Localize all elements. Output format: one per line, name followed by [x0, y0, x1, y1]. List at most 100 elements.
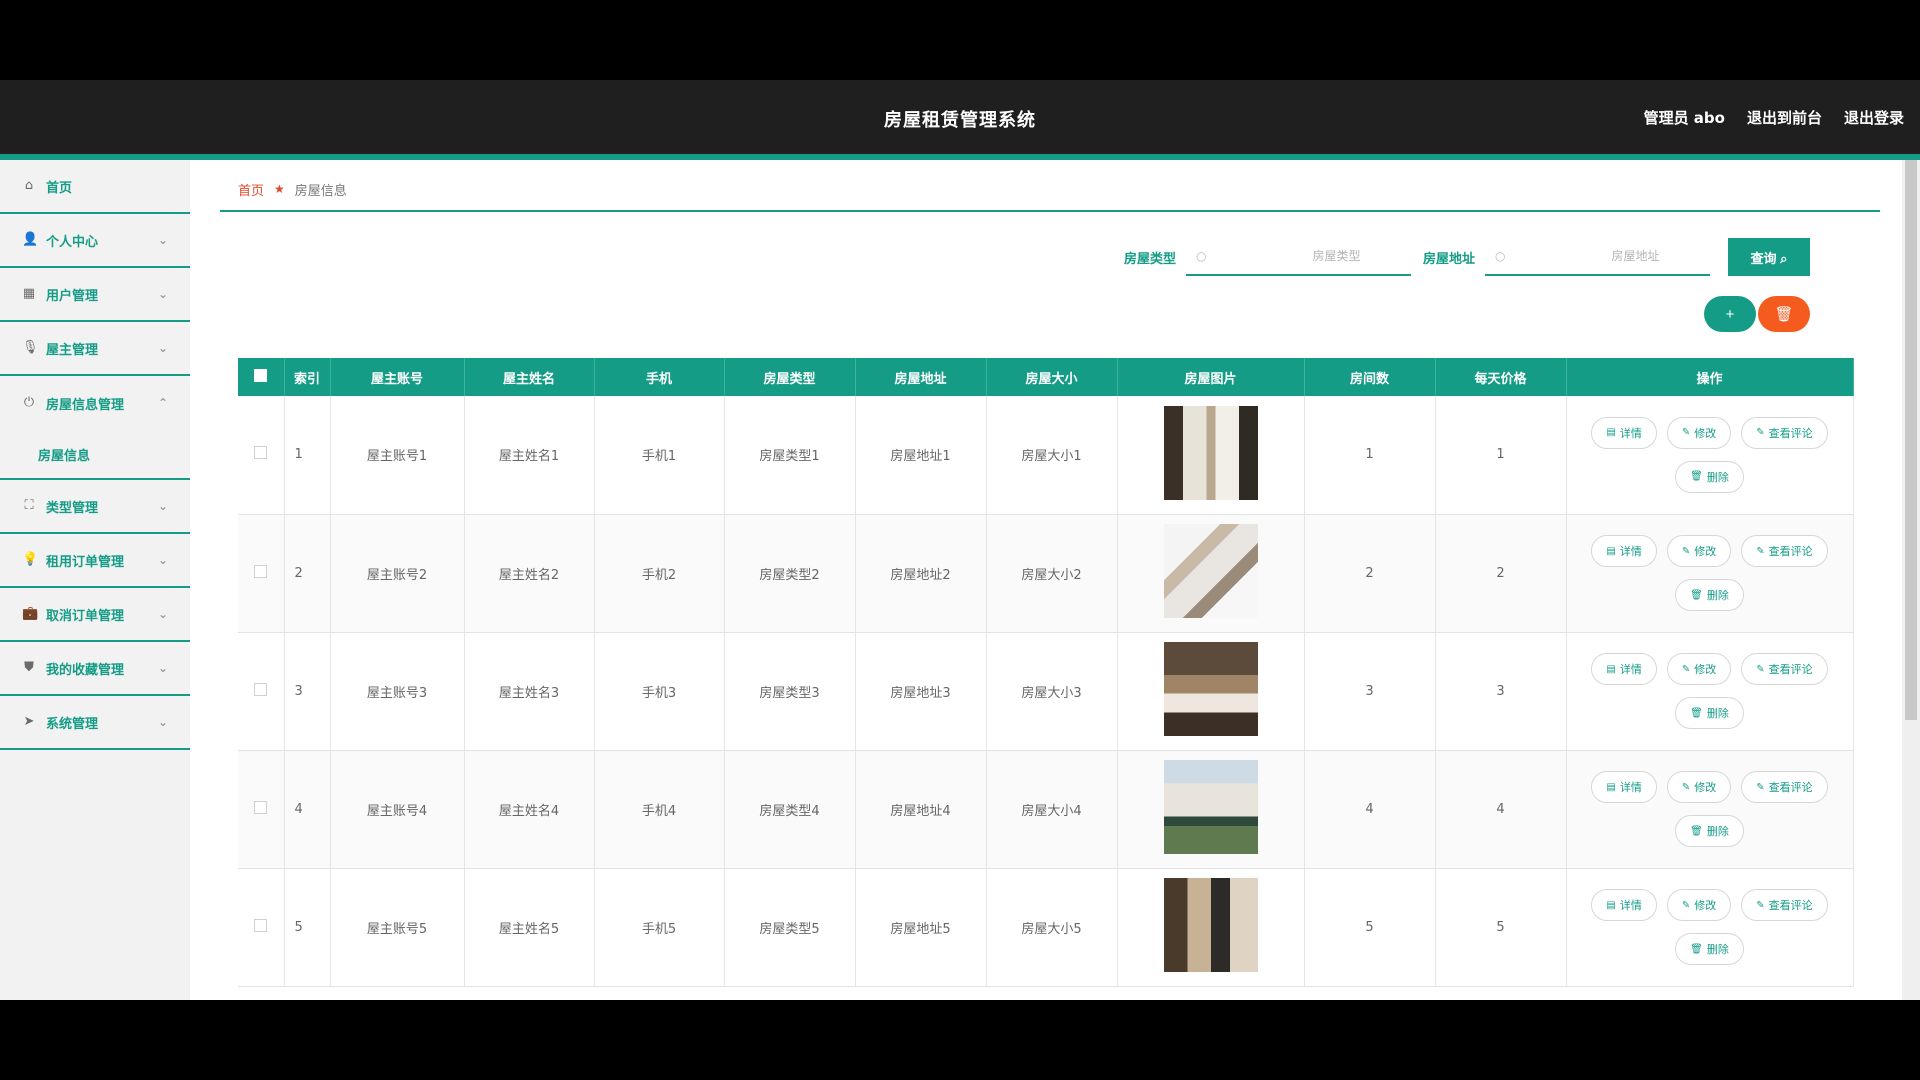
column-header: 房屋类型: [724, 358, 856, 396]
row-checkbox[interactable]: [254, 918, 268, 932]
edit-button[interactable]: ✎ 修改: [1666, 889, 1732, 921]
view-comments-button[interactable]: ✎ 查看评论: [1741, 535, 1828, 567]
detail-button[interactable]: ▤ 详情: [1591, 889, 1657, 921]
select-all-checkbox[interactable]: [254, 368, 268, 382]
sidebar-item-favorites-management[interactable]: ⛊ 我的收藏管理 ⌄: [0, 642, 190, 696]
delete-button[interactable]: 🗑 删除: [1675, 815, 1744, 847]
sidebar-item-cancel-order-management[interactable]: 💼 取消订单管理 ⌄: [0, 588, 190, 642]
cell-owner-account: 屋主账号1: [330, 396, 465, 515]
view-comments-button[interactable]: ✎ 查看评论: [1741, 416, 1828, 449]
breadcrumb-home[interactable]: 首页: [238, 180, 264, 199]
house-photo[interactable]: [1163, 760, 1258, 854]
select-all-header[interactable]: [238, 358, 285, 396]
trash-icon: 🗑: [1690, 471, 1703, 483]
exit-to-front-link[interactable]: 退出到前台: [1747, 107, 1822, 128]
delete-button[interactable]: 🗑 删除: [1675, 697, 1744, 729]
cell-house-size: 房屋大小5: [986, 868, 1118, 987]
sidebar-subitem-label: 房屋信息: [38, 448, 91, 464]
table-row: 4 屋主账号4 屋主姓名4 手机4 房屋类型4 房屋地址4 房屋大小4 4 4: [238, 750, 1854, 869]
row-checkbox[interactable]: [254, 682, 268, 696]
edit-icon: ✎: [1681, 545, 1691, 557]
search-icon: ○: [1495, 249, 1506, 263]
chevron-down-icon: ⌄: [157, 499, 168, 513]
edit-button[interactable]: ✎ 修改: [1666, 416, 1732, 449]
cell-owner-name: 屋主姓名5: [464, 868, 595, 987]
sidebar-item-label: 租用订单管理: [46, 554, 125, 570]
cell-room-count: 1: [1304, 396, 1436, 515]
row-operations: ▤ 详情 ✎ 修改 ✎ 查看评论 🗑 删除: [1567, 771, 1853, 847]
page-scrollbar[interactable]: [1902, 160, 1920, 1000]
sidebar-item-rental-order-management[interactable]: 💡 租用订单管理 ⌄: [0, 534, 190, 588]
sidebar-item-home[interactable]: ⌂ 首页: [0, 160, 190, 214]
edit-button[interactable]: ✎ 修改: [1666, 771, 1732, 803]
row-operations: ▤ 详情 ✎ 修改 ✎ 查看评论 🗑 删除: [1567, 653, 1853, 729]
sidebar-subitem-house-info[interactable]: 房屋信息: [0, 430, 190, 480]
sidebar-item-system-management[interactable]: ➤ 系统管理 ⌄: [0, 696, 190, 750]
sidebar-item-type-management[interactable]: ⛶ 类型管理 ⌄: [0, 480, 190, 534]
row-checkbox[interactable]: [254, 564, 268, 578]
table-row: 2 屋主账号2 屋主姓名2 手机2 房屋类型2 房屋地址2 房屋大小2 2 2: [238, 514, 1854, 633]
sidebar-item-personal-center[interactable]: 👤 个人中心 ⌄: [0, 214, 190, 268]
sidebar-item-label: 用户管理: [46, 288, 99, 304]
sidebar-item-owner-management[interactable]: 🎙 屋主管理 ⌄: [0, 322, 190, 376]
cell-phone: 手机1: [594, 396, 725, 515]
trash-icon: 🗑: [1690, 589, 1703, 601]
house-address-input[interactable]: [1505, 249, 1686, 263]
add-button[interactable]: +: [1704, 296, 1756, 332]
detail-button[interactable]: ▤ 详情: [1591, 771, 1657, 803]
cell-house-type: 房屋类型4: [724, 750, 856, 869]
edit-button[interactable]: ✎ 修改: [1666, 653, 1732, 685]
view-comments-button[interactable]: ✎ 查看评论: [1741, 889, 1828, 921]
admin-user-label[interactable]: 管理员 abo: [1644, 107, 1725, 128]
cell-phone: 手机5: [594, 868, 725, 987]
detail-icon: ▤: [1606, 781, 1616, 793]
star-separator-icon: ★: [274, 182, 285, 196]
cell-room-count: 5: [1304, 868, 1436, 987]
delete-button[interactable]: 🗑 删除: [1675, 460, 1744, 493]
view-comments-button[interactable]: ✎ 查看评论: [1741, 771, 1828, 803]
trash-icon: 🗑: [1690, 943, 1703, 955]
top-header: 房屋租赁管理系统 管理员 abo 退出到前台 退出登录: [0, 80, 1920, 160]
cell-house-size: 房屋大小1: [986, 396, 1118, 515]
query-button[interactable]: 查询 ⌕: [1728, 238, 1810, 276]
app-title: 房屋租赁管理系统: [884, 110, 1036, 131]
column-header: 房屋大小: [986, 358, 1118, 396]
edit-icon: ✎: [1681, 781, 1691, 793]
house-address-label: 房屋地址: [1422, 251, 1475, 267]
edit-button[interactable]: ✎ 修改: [1666, 535, 1732, 567]
cell-house-type: 房屋类型1: [724, 396, 856, 515]
house-photo[interactable]: [1163, 524, 1258, 618]
sidebar-item-label: 房屋信息管理: [46, 397, 125, 413]
detail-button[interactable]: ▤ 详情: [1591, 535, 1657, 567]
column-header: 屋主姓名: [464, 358, 595, 396]
house-type-label: 房屋类型: [1123, 251, 1176, 267]
view-comments-button[interactable]: ✎ 查看评论: [1741, 653, 1828, 685]
cell-index: 5: [284, 868, 331, 987]
sidebar-item-user-management[interactable]: ▦ 用户管理 ⌄: [0, 268, 190, 322]
scrollbar-thumb[interactable]: [1905, 160, 1917, 720]
row-checkbox[interactable]: [254, 800, 268, 814]
sidebar-item-label: 个人中心: [46, 234, 99, 250]
delete-button[interactable]: 🗑 删除: [1675, 579, 1744, 611]
house-photo[interactable]: [1163, 642, 1258, 736]
trash-icon: 🗑: [1690, 707, 1703, 719]
edit-icon: ✎: [1756, 899, 1765, 911]
table-header-row: 索引 屋主账号 屋主姓名 手机 房屋类型 房屋地址 房屋大小 房屋图片 房间数 …: [238, 358, 1854, 396]
chevron-up-icon: ⌃: [157, 396, 168, 410]
delete-button[interactable]: 🗑 删除: [1675, 933, 1744, 965]
house-photo[interactable]: [1163, 878, 1258, 972]
batch-delete-button[interactable]: 🗑: [1758, 296, 1810, 332]
bulb-icon: 💡: [22, 552, 39, 567]
logout-link[interactable]: 退出登录: [1844, 107, 1904, 128]
house-type-input[interactable]: [1206, 249, 1387, 263]
table-row: 3 屋主账号3 屋主姓名3 手机3 房屋类型3 房屋地址3 房屋大小3 3 3: [238, 632, 1854, 751]
house-photo[interactable]: [1163, 405, 1258, 500]
chevron-down-icon: ⌄: [157, 233, 168, 247]
detail-button[interactable]: ▤ 详情: [1591, 416, 1657, 449]
power-icon: ⏻: [23, 395, 35, 410]
sidebar-item-label: 系统管理: [46, 716, 99, 732]
detail-button[interactable]: ▤ 详情: [1591, 653, 1657, 685]
cell-daily-price: 1: [1435, 396, 1567, 515]
row-checkbox[interactable]: [254, 446, 268, 460]
sidebar-item-house-info-management[interactable]: ⏻ 房屋信息管理 ⌃: [0, 376, 190, 430]
